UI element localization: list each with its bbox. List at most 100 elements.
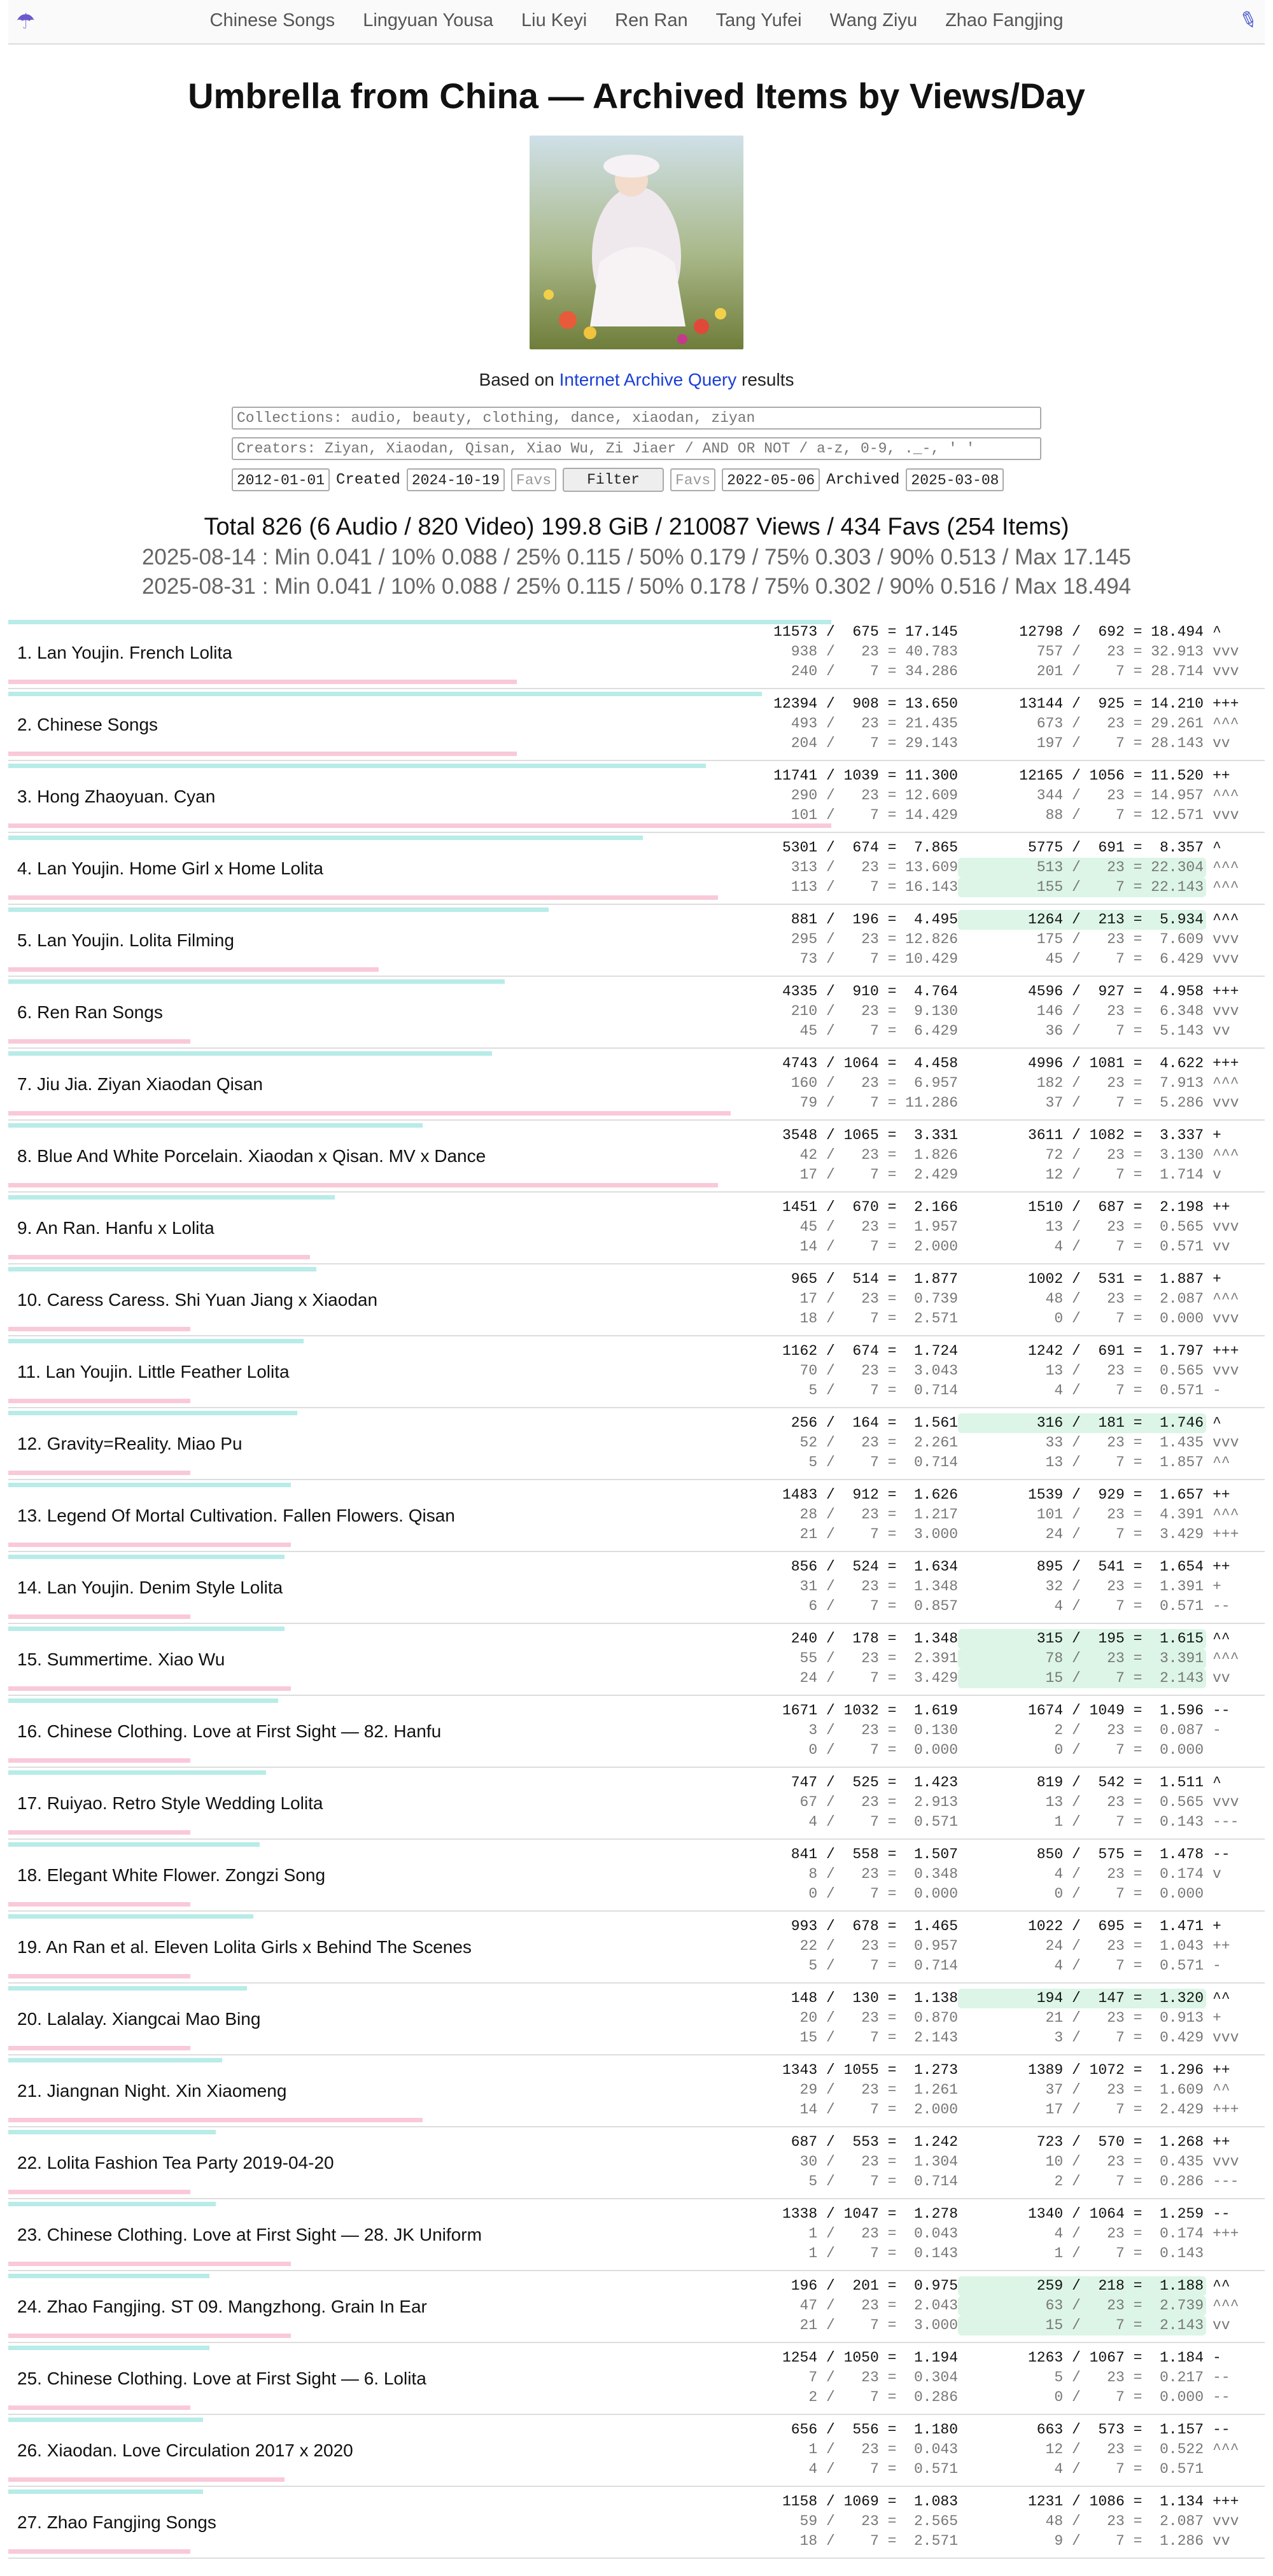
- new-ratio: 13 / 23 = 0.565: [1027, 1219, 1204, 1235]
- collections-input[interactable]: [232, 407, 1041, 430]
- list-item[interactable]: 10. Caress Caress. Shi Yuan Jiang x Xiao…: [8, 1264, 1265, 1336]
- item-stats: 965 / 514 = 1.877 1002 / 531 = 1.887 + 17 …: [767, 1270, 1255, 1329]
- trend-indicator: vvv: [1213, 1362, 1239, 1379]
- list-item[interactable]: 21. Jiangnan Night. Xin Xiaomeng 1343 / 1…: [8, 2055, 1265, 2127]
- item-title[interactable]: 26. Xiaodan. Love Circulation 2017 x 202…: [17, 2440, 353, 2461]
- stats-row: 73 / 7 = 10.429 45 / 7 = 6.429 vvv: [767, 949, 1255, 969]
- recent-views-bar: [8, 2118, 423, 2122]
- nav-item[interactable]: Lingyuan Yousa: [363, 10, 493, 31]
- stats-row: 7 / 23 = 0.304 5 / 23 = 0.217 --: [767, 2368, 1255, 2388]
- archived-from-input[interactable]: 2022-05-06: [722, 468, 820, 491]
- item-title[interactable]: 23. Chinese Clothing. Love at First Sigh…: [17, 2225, 482, 2245]
- created-to-input[interactable]: 2024-10-19: [406, 468, 505, 491]
- item-title[interactable]: 3. Hong Zhaoyuan. Cyan: [17, 787, 215, 807]
- filter-form: 2012-01-01 Created 2024-10-19 Favs Filte…: [232, 407, 1041, 492]
- item-stats: 993 / 678 = 1.465 1022 / 695 = 1.471 + 22 …: [767, 1917, 1255, 1976]
- item-list: 1. Lan Youjin. French Lolita 11573 / 675 …: [8, 617, 1265, 2559]
- item-title[interactable]: 13. Legend Of Mortal Cultivation. Fallen…: [17, 1506, 455, 1526]
- item-stats: 1343 / 1055 = 1.273 1389 / 1072 = 1.296 ++…: [767, 2061, 1255, 2120]
- list-item[interactable]: 20. Lalalay. Xiangcai Mao Bing 148 / 130…: [8, 1984, 1265, 2055]
- item-title[interactable]: 12. Gravity=Reality. Miao Pu: [17, 1434, 243, 1454]
- favs-max-input[interactable]: Favs: [670, 468, 716, 491]
- item-title[interactable]: 2. Chinese Songs: [17, 715, 158, 735]
- nav-item[interactable]: Liu Keyi: [521, 10, 587, 31]
- nav-item[interactable]: Wang Ziyu: [830, 10, 918, 31]
- list-item[interactable]: 6. Ren Ran Songs 4335 / 910 = 4.764 4596 /…: [8, 977, 1265, 1049]
- item-title[interactable]: 1. Lan Youjin. French Lolita: [17, 643, 232, 663]
- trend-indicator: ^^^: [1213, 1291, 1239, 1307]
- list-item[interactable]: 22. Lolita Fashion Tea Party 2019-04-20 …: [8, 2127, 1265, 2199]
- stats-row: 101 / 7 = 14.429 88 / 7 = 12.571 vvv: [767, 806, 1255, 825]
- trend-indicator: vvv: [1213, 951, 1239, 967]
- list-item[interactable]: 15. Summertime. Xiao Wu 240 / 178 = 1.34…: [8, 1624, 1265, 1696]
- old-ratio: 881 / 196 = 4.495: [782, 911, 958, 928]
- trend-indicator: ^: [1213, 839, 1221, 856]
- list-item[interactable]: 11. Lan Youjin. Little Feather Lolita 116…: [8, 1336, 1265, 1408]
- item-title[interactable]: 21. Jiangnan Night. Xin Xiaomeng: [17, 2081, 286, 2101]
- old-ratio: 113 / 7 = 16.143: [782, 879, 958, 895]
- item-title[interactable]: 8. Blue And White Porcelain. Xiaodan x Q…: [17, 1146, 486, 1166]
- item-title[interactable]: 24. Zhao Fangjing. ST 09. Mangzhong. Gra…: [17, 2297, 427, 2317]
- new-ratio: 12 / 23 = 0.522: [1027, 2441, 1204, 2458]
- item-title[interactable]: 27. Zhao Fangjing Songs: [17, 2512, 216, 2533]
- favs-min-input[interactable]: Favs: [510, 468, 557, 491]
- archived-to-input[interactable]: 2025-03-08: [906, 468, 1004, 491]
- stats-line: 2025-08-14 : Min 0.041 / 10% 0.088 / 25%…: [141, 545, 1132, 570]
- list-item[interactable]: 8. Blue And White Porcelain. Xiaodan x Q…: [8, 1121, 1265, 1193]
- item-title[interactable]: 10. Caress Caress. Shi Yuan Jiang x Xiao…: [17, 1290, 377, 1310]
- item-title[interactable]: 20. Lalalay. Xiangcai Mao Bing: [17, 2009, 260, 2029]
- nav-item[interactable]: Zhao Fangjing: [945, 10, 1063, 31]
- item-title[interactable]: 25. Chinese Clothing. Love at First Sigh…: [17, 2369, 426, 2389]
- item-title[interactable]: 17. Ruiyao. Retro Style Wedding Lolita: [17, 1793, 323, 1814]
- old-ratio: 938 / 23 = 40.783: [773, 643, 958, 660]
- list-item[interactable]: 12. Gravity=Reality. Miao Pu 256 / 164 =…: [8, 1408, 1265, 1480]
- list-item[interactable]: 7. Jiu Jia. Ziyan Xiaodan Qisan 4743 / 10…: [8, 1049, 1265, 1121]
- stats-row: 21 / 7 = 3.000 24 / 7 = 3.429 +++: [767, 1525, 1255, 1544]
- stats-row: 11573 / 675 = 17.145 12798 / 692 = 18.494…: [767, 622, 1255, 642]
- item-title[interactable]: 18. Elegant White Flower. Zongzi Song: [17, 1865, 325, 1886]
- old-ratio: 993 / 678 = 1.465: [782, 1918, 958, 1935]
- nav-item[interactable]: Chinese Songs: [210, 10, 335, 31]
- list-item[interactable]: 23. Chinese Clothing. Love at First Sigh…: [8, 2199, 1265, 2271]
- list-item[interactable]: 4. Lan Youjin. Home Girl x Home Lolita 53…: [8, 833, 1265, 905]
- item-stats: 1254 / 1050 = 1.194 1263 / 1067 = 1.184- …: [767, 2348, 1255, 2407]
- list-item[interactable]: 3. Hong Zhaoyuan. Cyan 11741 / 1039 = 11.…: [8, 761, 1265, 833]
- item-title[interactable]: 15. Summertime. Xiao Wu: [17, 1649, 225, 1670]
- trend-indicator: vvv: [1213, 663, 1239, 680]
- list-item[interactable]: 18. Elegant White Flower. Zongzi Song 84…: [8, 1840, 1265, 1912]
- views-per-day-bar: [8, 692, 763, 696]
- item-title[interactable]: 14. Lan Youjin. Denim Style Lolita: [17, 1578, 283, 1598]
- item-title[interactable]: 22. Lolita Fashion Tea Party 2019-04-20: [17, 2153, 334, 2173]
- item-title[interactable]: 4. Lan Youjin. Home Girl x Home Lolita: [17, 858, 323, 879]
- creators-input[interactable]: [232, 437, 1041, 460]
- item-title[interactable]: 19. An Ran et al. Eleven Lolita Girls x …: [17, 1937, 472, 1957]
- filter-button[interactable]: Filter: [563, 468, 664, 492]
- list-item[interactable]: 27. Zhao Fangjing Songs 1158 / 1069 = 1.0…: [8, 2487, 1265, 2559]
- list-item[interactable]: 13. Legend Of Mortal Cultivation. Fallen…: [8, 1480, 1265, 1552]
- created-from-input[interactable]: 2012-01-01: [232, 468, 330, 491]
- list-item[interactable]: 25. Chinese Clothing. Love at First Sigh…: [8, 2343, 1265, 2415]
- item-title[interactable]: 7. Jiu Jia. Ziyan Xiaodan Qisan: [17, 1074, 263, 1095]
- item-title[interactable]: 16. Chinese Clothing. Love at First Sigh…: [17, 1721, 441, 1742]
- list-item[interactable]: 19. An Ran et al. Eleven Lolita Girls x …: [8, 1912, 1265, 1984]
- item-title[interactable]: 6. Ren Ran Songs: [17, 1002, 163, 1023]
- list-item[interactable]: 9. An Ran. Hanfu x Lolita 1451 / 670 = 2.…: [8, 1193, 1265, 1264]
- item-title[interactable]: 11. Lan Youjin. Little Feather Lolita: [17, 1362, 290, 1382]
- item-title[interactable]: 5. Lan Youjin. Lolita Filming: [17, 930, 234, 951]
- list-item[interactable]: 14. Lan Youjin. Denim Style Lolita 856 /…: [8, 1552, 1265, 1624]
- item-title[interactable]: 9. An Ran. Hanfu x Lolita: [17, 1218, 215, 1238]
- based-on: Based on Internet Archive Query results: [479, 370, 794, 389]
- list-item[interactable]: 16. Chinese Clothing. Love at First Sigh…: [8, 1696, 1265, 1768]
- nav-item[interactable]: Ren Ran: [615, 10, 687, 31]
- nav-item[interactable]: Tang Yufei: [716, 10, 802, 31]
- list-item[interactable]: 1. Lan Youjin. French Lolita 11573 / 675 …: [8, 617, 1265, 689]
- list-item[interactable]: 2. Chinese Songs 12394 / 908 = 13.650 1314…: [8, 689, 1265, 761]
- list-item[interactable]: 26. Xiaodan. Love Circulation 2017 x 202…: [8, 2415, 1265, 2487]
- list-item[interactable]: 17. Ruiyao. Retro Style Wedding Lolita 7…: [8, 1768, 1265, 1840]
- list-item[interactable]: 24. Zhao Fangjing. ST 09. Mangzhong. Gra…: [8, 2271, 1265, 2343]
- list-item[interactable]: 5. Lan Youjin. Lolita Filming 881 / 196 …: [8, 905, 1265, 977]
- recent-views-bar: [8, 967, 379, 972]
- stats-row: 1 / 7 = 0.143 1 / 7 = 0.143: [767, 2244, 1255, 2264]
- trend-indicator: vvv: [1213, 2153, 1239, 2170]
- internet-archive-query-link[interactable]: Internet Archive Query: [559, 370, 737, 389]
